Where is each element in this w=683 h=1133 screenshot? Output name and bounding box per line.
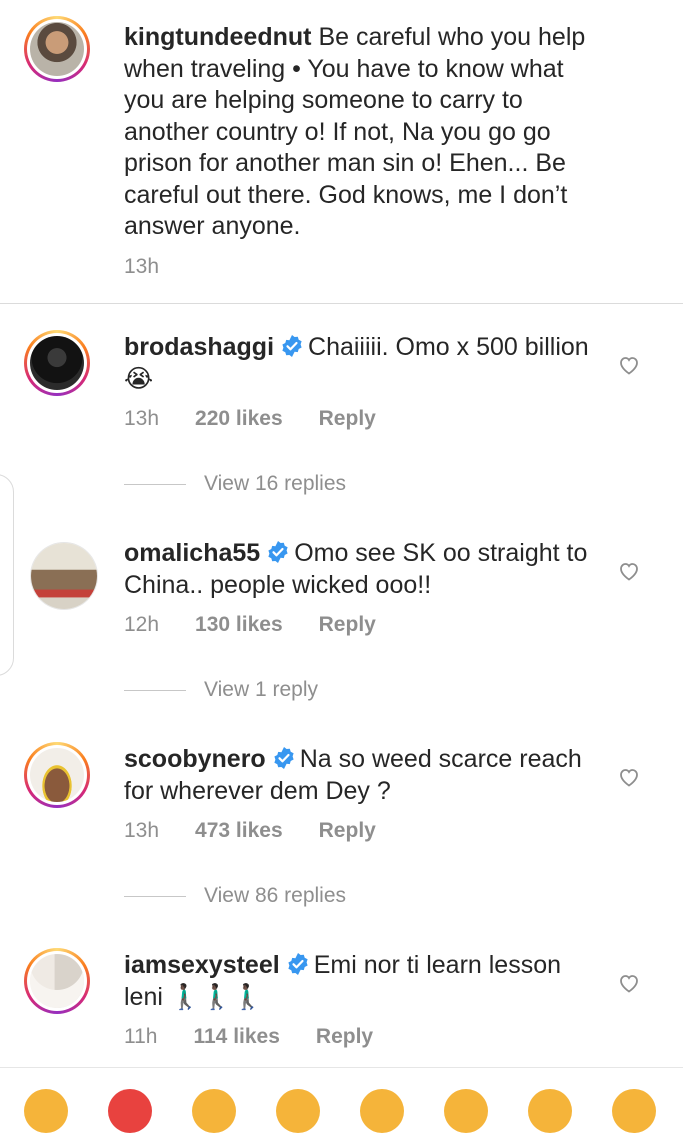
caption-text: kingtundeednut Be careful who you help w… <box>124 22 604 243</box>
comment-likes[interactable]: 220 likes <box>195 407 283 431</box>
emoji-reaction-bar <box>0 1067 683 1095</box>
view-replies-label: View 86 replies <box>204 884 347 907</box>
comment-time: 13h <box>124 819 160 842</box>
reply-button[interactable]: Reply <box>319 407 376 431</box>
emoji-reaction-icon[interactable] <box>444 1089 488 1133</box>
comment-meta: 13h 473 likes Reply <box>124 819 376 843</box>
heart-outline-icon[interactable] <box>617 559 641 583</box>
comment-meta: 13h 220 likes Reply <box>124 407 376 431</box>
caption-time: 13h <box>124 255 160 278</box>
side-panel-edge <box>0 474 14 676</box>
caption-meta: 13h <box>124 255 159 279</box>
emoji-reaction-icon[interactable] <box>528 1089 572 1133</box>
comment-username[interactable]: omalicha55 <box>124 539 260 567</box>
comment-username[interactable]: scoobynero <box>124 745 266 773</box>
emoji-reaction-icon[interactable] <box>24 1089 68 1133</box>
emoji-reaction-icon[interactable] <box>192 1089 236 1133</box>
comment-likes[interactable]: 114 likes <box>193 1025 279 1049</box>
caption-divider <box>0 303 683 304</box>
view-replies-button[interactable]: View 86 replies <box>124 884 346 908</box>
reply-button[interactable]: Reply <box>316 1025 373 1049</box>
comment-text: brodashaggi Chaiiiii. Omo x 500 billion 😭 <box>124 332 604 395</box>
view-replies-label: View 16 replies <box>204 472 347 495</box>
reply-button[interactable]: Reply <box>319 819 376 843</box>
view-replies-label: View 1 reply <box>204 678 319 701</box>
avatar-scoobynero[interactable] <box>24 742 90 808</box>
comment-username[interactable]: iamsexysteel <box>124 951 280 979</box>
avatar-brodashaggi[interactable] <box>24 330 90 396</box>
comment-time: 11h <box>124 1025 158 1048</box>
comment-likes[interactable]: 130 likes <box>195 613 283 637</box>
heart-outline-icon[interactable] <box>617 353 641 377</box>
verified-badge-icon <box>282 335 302 357</box>
verified-badge-icon <box>274 747 294 769</box>
reply-button[interactable]: Reply <box>319 613 376 637</box>
verified-badge-icon <box>288 953 308 975</box>
heart-outline-icon[interactable] <box>617 971 641 995</box>
view-replies-line <box>124 895 186 897</box>
comment-meta: 11h 114 likes Reply <box>124 1025 373 1049</box>
comment-time: 13h <box>124 407 160 430</box>
avatar-kingtundeednut[interactable] <box>24 16 90 82</box>
avatar-iamsexysteel[interactable] <box>24 948 90 1014</box>
view-replies-line <box>124 689 186 691</box>
emoji-reaction-icon[interactable] <box>276 1089 320 1133</box>
view-replies-button[interactable]: View 16 replies <box>124 472 346 496</box>
heart-emoji-icon[interactable] <box>108 1089 152 1133</box>
view-replies-line <box>124 483 186 485</box>
emoji-reaction-icon[interactable] <box>360 1089 404 1133</box>
caption-body: Be careful who you help when traveling •… <box>124 23 586 240</box>
avatar-omalicha55[interactable] <box>30 542 98 610</box>
verified-badge-icon <box>268 541 288 563</box>
emoji-reaction-icon[interactable] <box>612 1089 656 1133</box>
comment-meta: 12h 130 likes Reply <box>124 613 376 637</box>
post-caption: kingtundeednut Be careful who you help w… <box>0 0 683 304</box>
heart-outline-icon[interactable] <box>617 765 641 789</box>
comment-likes[interactable]: 473 likes <box>195 819 283 843</box>
comment-text: omalicha55 Omo see SK oo straight to Chin… <box>124 538 604 601</box>
comment-time: 12h <box>124 613 160 636</box>
comment-username[interactable]: brodashaggi <box>124 333 274 361</box>
comment-text: scoobynero Na so weed scarce reach for wh… <box>124 744 604 807</box>
caption-username[interactable]: kingtundeednut <box>124 23 311 51</box>
view-replies-button[interactable]: View 1 reply <box>124 678 318 702</box>
comment-text: iamsexysteel Emi nor ti learn lesson leni… <box>124 950 604 1013</box>
